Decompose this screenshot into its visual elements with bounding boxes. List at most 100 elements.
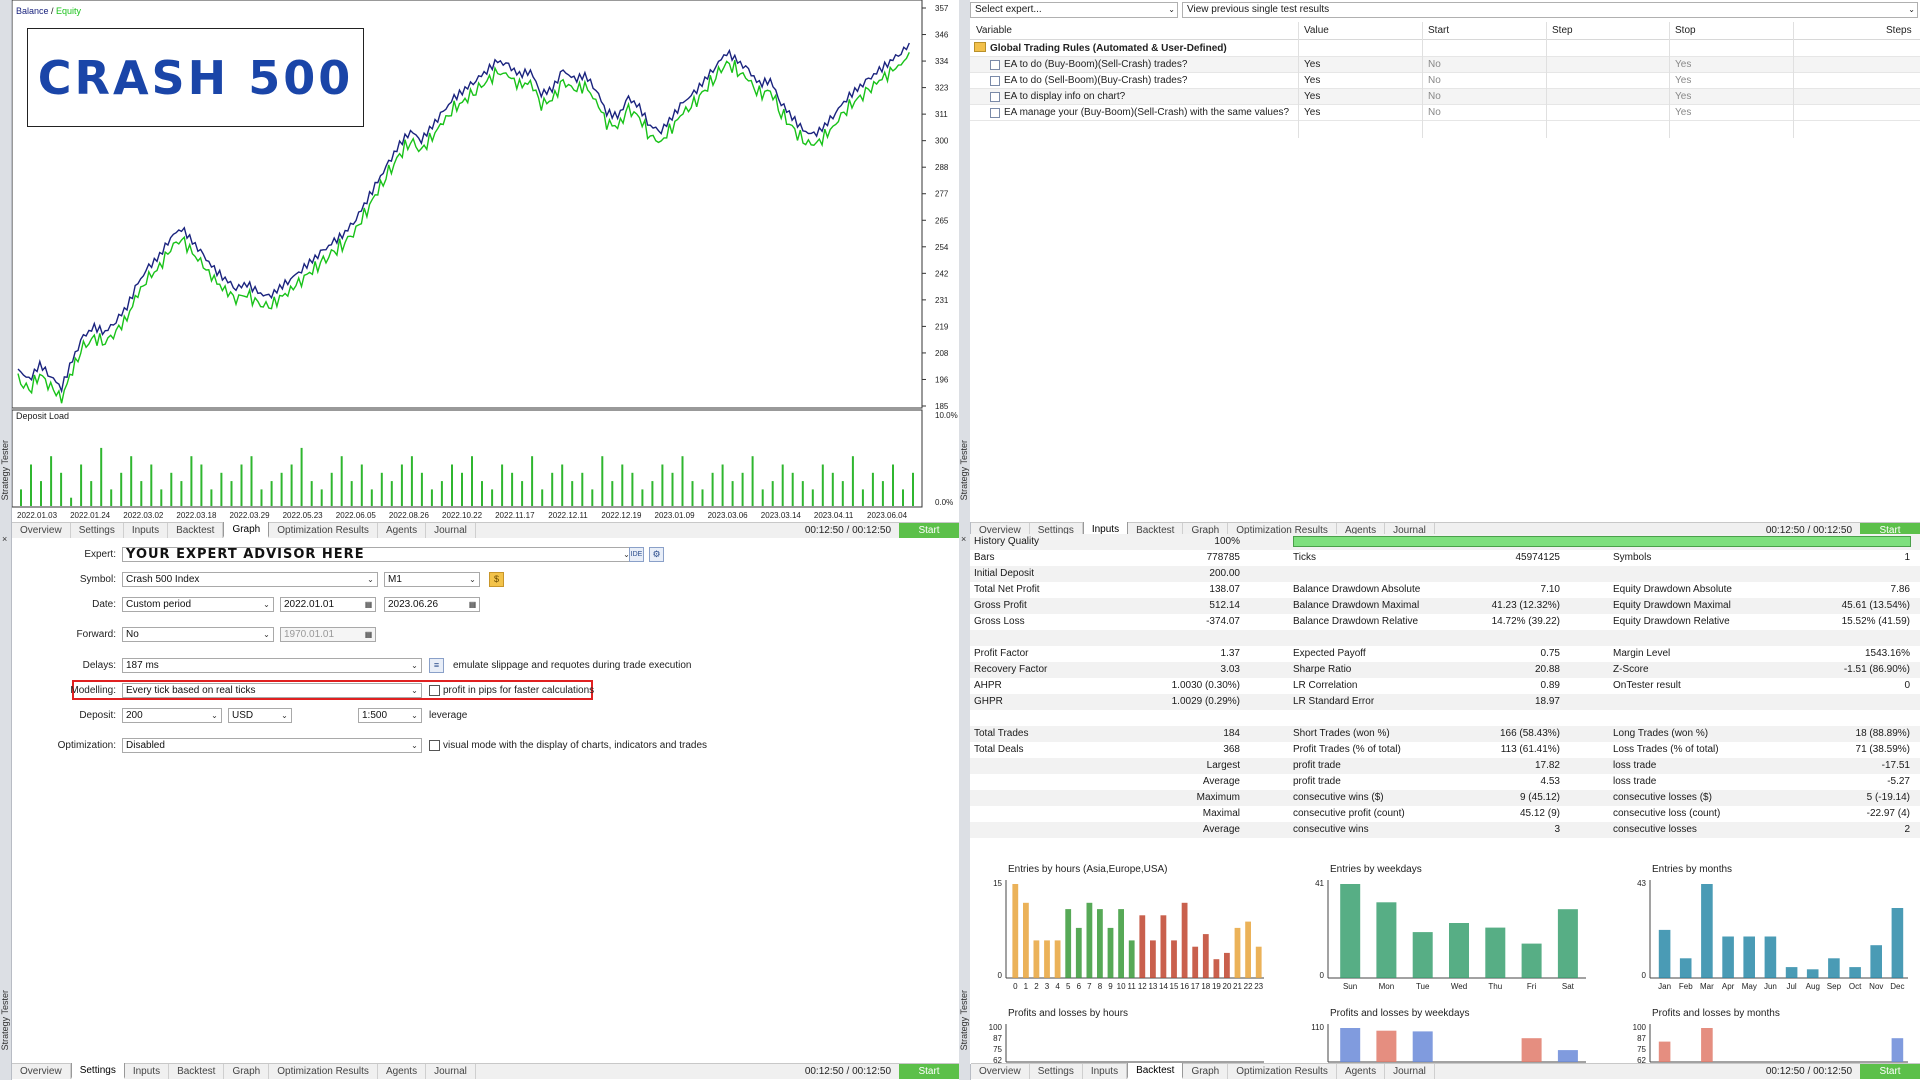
stats-cell: 18 (88.89%) bbox=[1855, 728, 1910, 739]
tab-inputs[interactable]: Inputs bbox=[124, 523, 169, 538]
close-icon[interactable]: × bbox=[2, 534, 7, 544]
mini-y-tick: 75 bbox=[1637, 1045, 1646, 1054]
ide-button[interactable]: IDE bbox=[629, 547, 644, 562]
input-checkbox[interactable] bbox=[990, 76, 1000, 86]
close-icon[interactable]: × bbox=[961, 534, 966, 544]
modelling-select[interactable]: Every tick based on real ticks ⌄ bbox=[122, 683, 422, 698]
input-start[interactable]: No bbox=[1428, 91, 1441, 102]
input-start[interactable]: No bbox=[1428, 75, 1441, 86]
date-from-input[interactable]: 2022.01.01 ▦ bbox=[280, 597, 376, 612]
date-to-input[interactable]: 2023.06.26 ▦ bbox=[384, 597, 480, 612]
tab-optimization-results[interactable]: Optimization Results bbox=[269, 523, 378, 538]
col-step[interactable]: Step bbox=[1552, 25, 1573, 36]
mini-bar bbox=[1118, 909, 1124, 978]
input-value[interactable]: Yes bbox=[1304, 107, 1320, 118]
timeframe-select[interactable]: M1 ⌄ bbox=[384, 572, 480, 587]
input-stop[interactable]: Yes bbox=[1675, 75, 1691, 86]
tab-settings[interactable]: Settings bbox=[70, 1063, 125, 1079]
mini-bar bbox=[1181, 902, 1188, 978]
stats-cell: -374.07 bbox=[1206, 616, 1240, 627]
tab-settings[interactable]: Settings bbox=[1030, 1064, 1083, 1079]
input-row[interactable]: EA to do (Buy-Boom)(Sell-Crash) trades? Y… bbox=[970, 57, 1920, 73]
tab-inputs[interactable]: Inputs bbox=[125, 1064, 170, 1079]
start-button[interactable]: Start bbox=[899, 523, 959, 538]
tab-backtest[interactable]: Backtest bbox=[1127, 1063, 1184, 1079]
delays-value: 187 ms bbox=[126, 660, 159, 671]
deposit-input[interactable]: 200 ⌄ bbox=[122, 708, 222, 723]
delays-select[interactable]: 187 ms ⌄ bbox=[122, 658, 422, 673]
input-stop[interactable]: Yes bbox=[1675, 91, 1691, 102]
tab-journal[interactable]: Journal bbox=[1385, 1064, 1435, 1079]
forward-value: No bbox=[126, 629, 139, 640]
input-value[interactable]: Yes bbox=[1304, 91, 1320, 102]
tab-agents[interactable]: Agents bbox=[378, 1064, 427, 1079]
deposit-tick-label: 0.0% bbox=[935, 498, 953, 507]
input-start[interactable]: No bbox=[1428, 59, 1441, 70]
history-quality-label: History Quality bbox=[974, 536, 1040, 547]
col-variable[interactable]: Variable bbox=[976, 25, 1012, 36]
currency-select[interactable]: USD ⌄ bbox=[228, 708, 292, 723]
input-group-row[interactable]: Global Trading Rules (Automated & User-D… bbox=[970, 41, 1920, 57]
input-start[interactable]: No bbox=[1428, 107, 1441, 118]
delay-settings-icon[interactable]: ≡ bbox=[429, 658, 444, 673]
tab-overview[interactable]: Overview bbox=[12, 523, 71, 538]
tab-optimization-results[interactable]: Optimization Results bbox=[1228, 1064, 1337, 1079]
y-tick-label: 185 bbox=[935, 402, 949, 411]
mini-x-tick: Fri bbox=[1527, 982, 1537, 991]
input-variable: EA manage your (Buy-Boom)(Sell-Crash) wi… bbox=[1004, 107, 1290, 118]
tab-agents[interactable]: Agents bbox=[378, 523, 427, 538]
input-checkbox[interactable] bbox=[990, 92, 1000, 102]
input-value[interactable]: Yes bbox=[1304, 59, 1320, 70]
tab-graph[interactable]: Graph bbox=[223, 522, 270, 538]
chevron-down-icon: ⌄ bbox=[263, 630, 270, 639]
calendar-icon[interactable]: ▦ bbox=[467, 598, 478, 611]
col-value[interactable]: Value bbox=[1304, 25, 1329, 36]
tab-graph[interactable]: Graph bbox=[224, 1064, 270, 1079]
mini-bar bbox=[1023, 902, 1029, 978]
col-start[interactable]: Start bbox=[1428, 25, 1449, 36]
stats-cell: -5.27 bbox=[1887, 776, 1910, 787]
input-row[interactable]: EA manage your (Buy-Boom)(Sell-Crash) wi… bbox=[970, 105, 1920, 121]
input-stop[interactable]: Yes bbox=[1675, 107, 1691, 118]
calendar-icon[interactable]: ▦ bbox=[363, 598, 374, 611]
input-stop[interactable]: Yes bbox=[1675, 59, 1691, 70]
col-steps[interactable]: Steps bbox=[1886, 25, 1912, 36]
select-expert-combo[interactable]: Select expert... ⌄ bbox=[970, 2, 1178, 18]
input-value[interactable]: Yes bbox=[1304, 75, 1320, 86]
previous-results-combo[interactable]: View previous single test results ⌄ bbox=[1182, 2, 1918, 18]
profit-in-pips-checkbox[interactable] bbox=[429, 685, 440, 696]
gear-icon[interactable]: ⚙ bbox=[649, 547, 664, 562]
start-button[interactable]: Start bbox=[1860, 1064, 1920, 1079]
modelling-value: Every tick based on real ticks bbox=[126, 685, 256, 696]
input-checkbox[interactable] bbox=[990, 60, 1000, 70]
input-checkbox[interactable] bbox=[990, 108, 1000, 118]
col-stop[interactable]: Stop bbox=[1675, 25, 1696, 36]
tab-graph[interactable]: Graph bbox=[1183, 1064, 1229, 1079]
input-row[interactable]: EA to display info on chart? Yes No Yes bbox=[970, 89, 1920, 105]
tab-overview[interactable]: Overview bbox=[971, 1064, 1030, 1079]
tab-backtest[interactable]: Backtest bbox=[168, 523, 224, 538]
tab-journal[interactable]: Journal bbox=[426, 523, 476, 538]
input-row[interactable]: EA to do (Sell-Boom)(Buy-Crash) trades? Y… bbox=[970, 73, 1920, 89]
leverage-select[interactable]: 1:500 ⌄ bbox=[358, 708, 422, 723]
optimization-select[interactable]: Disabled ⌄ bbox=[122, 738, 422, 753]
forward-select[interactable]: No ⌄ bbox=[122, 627, 274, 642]
symbol-properties-icon[interactable]: $ bbox=[489, 572, 504, 587]
stats-cell: consecutive loss (count) bbox=[1613, 808, 1721, 819]
tab-backtest[interactable]: Backtest bbox=[169, 1064, 225, 1079]
tab-journal[interactable]: Journal bbox=[426, 1064, 476, 1079]
mini-x-tick: Mar bbox=[1700, 982, 1714, 991]
tab-agents[interactable]: Agents bbox=[1337, 1064, 1386, 1079]
tab-settings[interactable]: Settings bbox=[71, 523, 124, 538]
date-mode-select[interactable]: Custom period ⌄ bbox=[122, 597, 274, 612]
tab-optimization-results[interactable]: Optimization Results bbox=[269, 1064, 378, 1079]
visual-mode-checkbox[interactable] bbox=[429, 740, 440, 751]
expert-select[interactable]: YOUR EXPERT ADVISOR HERE ⌄ bbox=[122, 547, 634, 562]
symbol-select[interactable]: Crash 500 Index ⌄ bbox=[122, 572, 378, 587]
start-button[interactable]: Start bbox=[899, 1064, 959, 1079]
tab-overview[interactable]: Overview bbox=[12, 1064, 71, 1079]
mini-x-tick: 1 bbox=[1024, 982, 1029, 991]
tab-inputs[interactable]: Inputs bbox=[1083, 1064, 1128, 1079]
mini-bar bbox=[1192, 946, 1199, 978]
mini-x-tick: 9 bbox=[1108, 982, 1113, 991]
